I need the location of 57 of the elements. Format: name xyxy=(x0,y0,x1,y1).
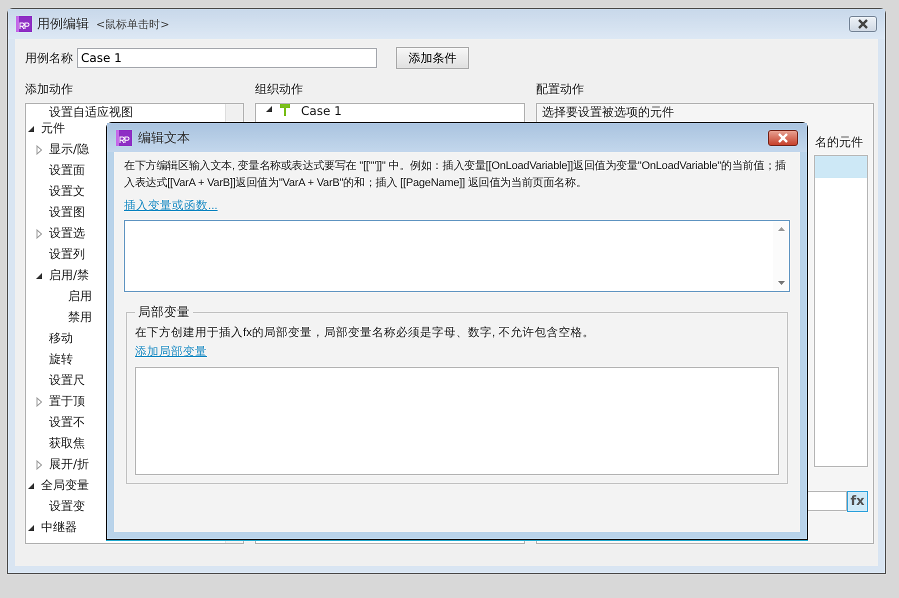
column-header: 名的元件 xyxy=(815,134,863,151)
expanded-arrow-icon[interactable] xyxy=(26,480,36,490)
add-condition-button[interactable]: 添加条件 xyxy=(396,47,469,69)
tree-item-label[interactable]: 置于顶 xyxy=(49,393,85,410)
expanded-arrow-icon[interactable] xyxy=(26,522,36,532)
case-icon xyxy=(279,104,291,116)
tree-item-label[interactable]: 获取焦 xyxy=(49,435,85,452)
close-button[interactable] xyxy=(768,130,798,146)
tree-item-label[interactable]: 展开/折 xyxy=(49,456,90,473)
tree-item-label[interactable]: 中继器 xyxy=(41,519,77,536)
scroll-up-icon[interactable] xyxy=(778,227,784,231)
value-field[interactable] xyxy=(807,491,847,511)
expanded-arrow-icon[interactable] xyxy=(264,104,274,114)
tree-item-label[interactable]: 设置文 xyxy=(49,183,85,200)
window-title: 用例编辑 xyxy=(37,16,89,33)
text-editor-field[interactable] xyxy=(124,220,790,292)
expanded-arrow-icon[interactable] xyxy=(34,270,44,280)
instructions-text: 在下方编辑区输入文本, 变量名称或表达式要写在 "[[""]]" 中。例如：插入变量[[OnLoadVariable]]返回值为变量"OnLoadVariable"的当前值；插入表达式[[VarA + VarB]]返回值为"VarA + VarB"的和；插入 [[PageName]] 返回值为当前页面名称。 xyxy=(124,158,787,191)
column-heading: 添加动作 xyxy=(25,81,74,98)
tree-item-label[interactable]: 设置不 xyxy=(49,414,85,431)
collapsed-arrow-icon[interactable] xyxy=(34,144,44,154)
column-heading: 配置动作 xyxy=(536,81,585,98)
app-logo-icon xyxy=(16,16,32,32)
collapsed-arrow-icon[interactable] xyxy=(34,228,44,238)
tree-item-label[interactable]: 移动 xyxy=(49,330,73,347)
tree-item-label[interactable]: 启用 xyxy=(68,288,92,305)
case-name-label: 用例名称 xyxy=(25,50,73,66)
tree-item-label[interactable]: 旋转 xyxy=(49,351,73,368)
prompt-text: 选择要设置被选项的元件 xyxy=(542,104,675,118)
tree-item-label[interactable]: 设置图 xyxy=(49,204,85,221)
dialog-title: 编辑文本 xyxy=(138,130,190,146)
tree-item-label[interactable]: 设置尺 xyxy=(49,372,85,389)
case-label[interactable]: Case 1 xyxy=(301,104,342,118)
tree-item-label[interactable]: 设置列 xyxy=(49,246,85,263)
tree-item-label[interactable]: 启用/禁 xyxy=(49,267,90,284)
collapsed-arrow-icon[interactable] xyxy=(34,396,44,406)
tree-item-label[interactable]: 全局变量 xyxy=(41,477,89,494)
case-name-field[interactable]: Case 1 xyxy=(77,48,377,68)
close-icon xyxy=(777,132,789,142)
expanded-arrow-icon[interactable] xyxy=(26,124,36,134)
tree-item-label[interactable]: 设置选 xyxy=(49,225,85,242)
close-button[interactable] xyxy=(849,16,877,32)
app-logo-icon xyxy=(116,130,132,146)
fx-button[interactable]: fx xyxy=(847,491,868,512)
local-variables-text: 在下方创建用于插入fx的局部变量，局部变量名称必须是字母、数字, 不允许包含空格。 xyxy=(135,325,596,340)
group-legend: 局部变量 xyxy=(135,304,193,321)
event-name: <鼠标单击时> xyxy=(96,16,170,32)
tree-item-label[interactable]: 设置自适应视图 xyxy=(49,104,133,121)
close-icon xyxy=(857,19,869,29)
scroll-down-icon[interactable] xyxy=(778,281,784,285)
tree-item-label[interactable]: 元件 xyxy=(41,120,65,137)
tree-item-label[interactable]: 设置变 xyxy=(49,498,85,515)
collapsed-arrow-icon[interactable] xyxy=(34,460,44,470)
tree-item-label[interactable]: 禁用 xyxy=(68,309,92,326)
column-heading: 组织动作 xyxy=(255,81,304,98)
tree-item-label[interactable]: 设置面 xyxy=(49,162,85,179)
tree-item-label[interactable]: 显示/隐 xyxy=(49,141,90,158)
